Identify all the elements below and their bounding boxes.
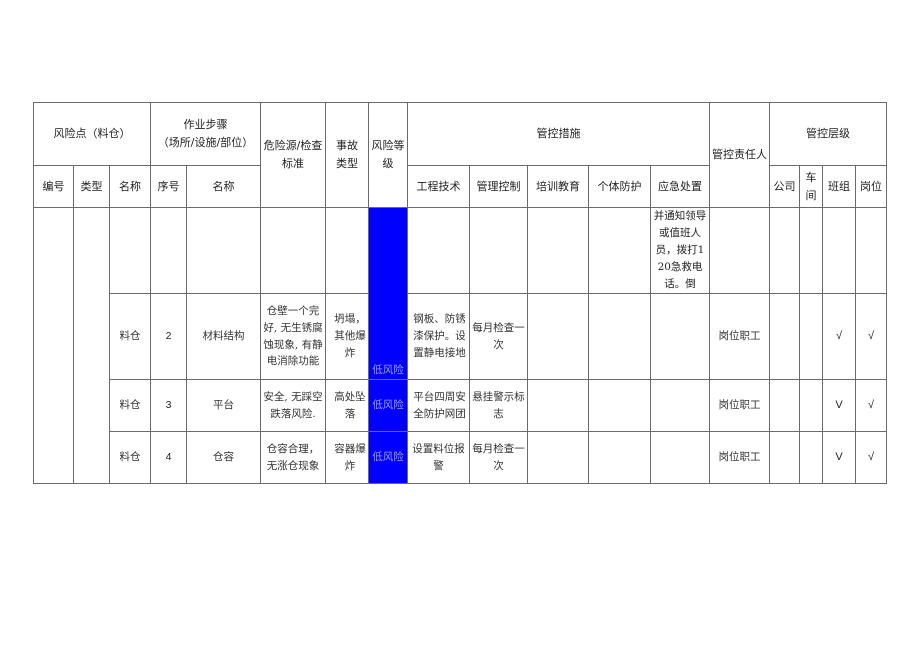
cell-type [73,207,110,484]
header-ppe: 个体防护 [588,165,651,208]
header-work-step: 作业步骤 （场所/设施/部位） [150,102,261,166]
cell-step-name: 平台 [186,379,261,432]
cell-engineering: 设置料位报警 [407,431,470,484]
cell-name [109,207,151,294]
header-risk-level: 风险等级 [368,102,408,208]
cell-company [769,379,800,432]
cell-code [33,207,74,484]
cell-company [769,431,800,484]
cell-step-name [186,207,261,294]
cell-hazard [260,207,326,294]
cell-training [527,293,589,380]
cell-post [855,207,887,294]
header-work-step-line2: （场所/设施/部位） [157,136,254,149]
header-team: 班组 [822,165,856,208]
cell-responsible [709,207,770,294]
cell-accident: 高处坠落 [325,379,369,432]
cell-workshop [799,293,823,380]
cell-management [469,207,528,294]
cell-training [527,379,589,432]
header-accident-type: 事故类型 [325,102,369,208]
cell-ppe [588,293,651,380]
cell-management: 每月检查一次 [469,293,528,380]
cell-ppe [588,207,651,294]
cell-responsible: 岗位职工 [709,379,770,432]
cell-name: 料仓 [109,379,151,432]
table-row: 低风险 并通知领导或值班人员，拨打120急救电话。倒 [33,207,887,484]
header-code: 编号 [33,165,74,208]
cell-workshop [799,431,823,484]
cell-training [527,431,589,484]
cell-team: V [822,431,856,484]
header-seq: 序号 [150,165,187,208]
risk-level-text: 低风险 [372,364,404,377]
cell-emergency [650,293,710,380]
cell-name: 料仓 [109,431,151,484]
cell-risk-level: 低风险 [368,207,408,380]
cell-engineering: 钢板、防锈漆保护。设置静电接地 [407,293,470,380]
cell-post: √ [855,431,887,484]
cell-ppe [588,379,651,432]
cell-workshop [799,379,823,432]
cell-accident: 容器爆炸 [325,431,369,484]
cell-ppe [588,431,651,484]
header-post: 岗位 [855,165,887,208]
cell-team [822,207,856,294]
cell-engineering: 平台四周安全防护网团 [407,379,470,432]
cell-management: 每月检查一次 [469,431,528,484]
header-control-measures: 管控措施 [407,102,710,166]
header-type: 类型 [73,165,110,208]
cell-emergency: 并通知领导或值班人员，拨打120急救电话。倒 [650,207,710,294]
cell-workshop [799,207,823,294]
cell-hazard: 仓容合理，无涨仓现象 [260,431,326,484]
header-row-1: 风险点（料仓） 作业步骤 （场所/设施/部位） 危险源/检查标准 事故类型 风险… [33,102,887,208]
cell-hazard: 仓壁一个完好, 无生锈腐蚀现象, 有静电消除功能 [260,293,326,380]
header-workshop: 车间 [799,165,823,208]
cell-step-name: 材料结构 [186,293,261,380]
header-step-name: 名称 [186,165,261,208]
header-risk-point: 风险点（料仓） [33,102,151,166]
cell-responsible: 岗位职工 [709,293,770,380]
cell-seq: 4 [150,431,187,484]
header-company: 公司 [769,165,800,208]
header-management: 管理控制 [469,165,528,208]
risk-control-table: 风险点（料仓） 作业步骤 （场所/设施/部位） 危险源/检查标准 事故类型 风险… [33,102,887,484]
cell-training [527,207,589,294]
cell-emergency [650,431,710,484]
cell-accident [325,207,369,294]
cell-seq: 2 [150,293,187,380]
cell-management: 悬挂警示标志 [469,379,528,432]
cell-seq: 3 [150,379,187,432]
header-engineering: 工程技术 [407,165,470,208]
header-work-step-line1: 作业步骤 [183,118,228,132]
table-row: 料仓 4 仓容 仓容合理，无涨仓现象 容器爆炸 低风险 设置料位报警 每月检查一… [34,431,887,484]
cell-responsible: 岗位职工 [709,431,770,484]
cell-team: √ [822,293,856,380]
cell-seq [150,207,187,294]
cell-post: √ [855,379,887,432]
cell-step-name: 仓容 [186,431,261,484]
header-training: 培训教育 [527,165,589,208]
table-row: 料仓 2 材料结构 仓壁一个完好, 无生锈腐蚀现象, 有静电消除功能 坍塌，其他… [34,293,887,380]
cell-hazard: 安全, 无踩空跌落风险. [260,379,326,432]
cell-risk-level: 低风险 [368,431,408,484]
cell-team: V [822,379,856,432]
header-responsible: 管控责任人 [709,102,770,208]
header-name: 名称 [109,165,151,208]
header-hazard-standard: 危险源/检查标准 [260,102,326,208]
header-emergency: 应急处置 [650,165,710,208]
cell-post: √ [855,293,887,380]
header-control-level: 管控层级 [769,102,887,166]
cell-name: 料仓 [109,293,151,380]
cell-engineering [407,207,470,294]
cell-risk-level: 低风险 [368,379,408,432]
cell-accident: 坍塌，其他爆炸 [325,293,369,380]
table-row: 料仓 3 平台 安全, 无踩空跌落风险. 高处坠落 低风险 平台四周安全防护网团… [34,379,887,432]
cell-emergency [650,379,710,432]
cell-company [769,293,800,380]
cell-company [769,207,800,294]
